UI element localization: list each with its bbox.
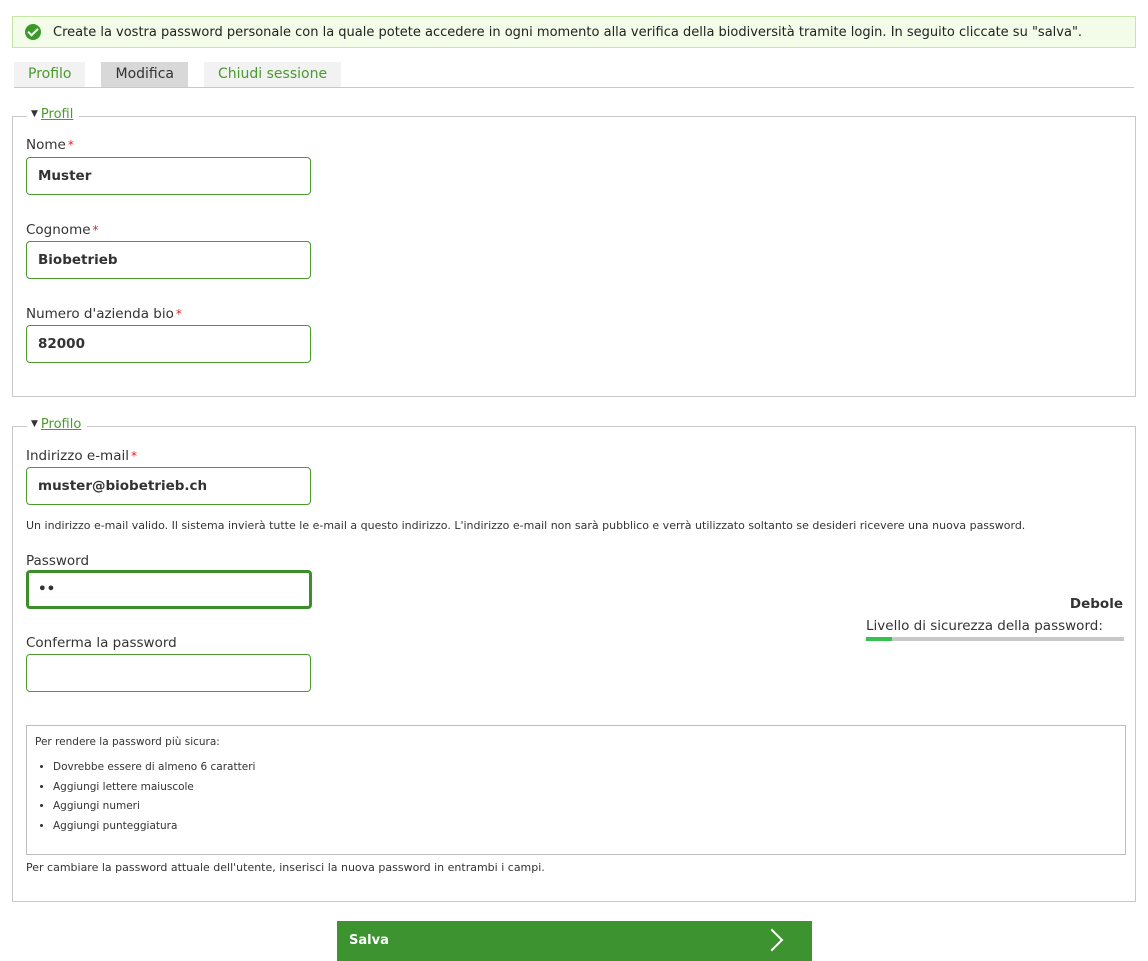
tab-modifica[interactable]: Modifica <box>101 62 188 87</box>
check-circle-icon <box>25 24 41 40</box>
password-strength-bar <box>866 637 1124 641</box>
password-tips-list: Dovrebbe essere di almeno 6 caratteri Ag… <box>35 758 255 836</box>
caret-down-icon: ▼ <box>31 109 38 119</box>
password-input[interactable]: •• <box>26 570 312 609</box>
password-tips-box: Per rendere la password più sicura: Dovr… <box>26 725 1126 855</box>
email-label-text: Indirizzo e-mail <box>26 448 129 464</box>
profilo-fieldset: ▼ Profilo Indirizzo e-mail * muster@biobet… <box>12 417 1136 902</box>
required-marker: * <box>130 449 137 463</box>
cognome-input[interactable]: Biobetrieb <box>26 241 311 279</box>
nome-label-text: Nome <box>26 137 66 153</box>
status-text: Create la vostra password personale con … <box>53 24 1083 40</box>
required-marker: * <box>175 307 182 321</box>
confirm-password-label: Conferma la password <box>26 635 177 651</box>
required-marker: * <box>67 138 74 152</box>
save-button[interactable]: Salva <box>337 921 812 961</box>
profil-legend-label: Profil <box>40 107 74 122</box>
profilo-legend-toggle[interactable]: ▼ Profilo <box>27 417 88 432</box>
cognome-label: Cognome * <box>26 222 99 238</box>
list-item: Aggiungi lettere maiuscole <box>53 778 255 798</box>
numero-azienda-input[interactable]: 82000 <box>26 325 311 363</box>
password-tips-title: Per rendere la password più sicura: <box>35 736 220 748</box>
tab-bar: Profilo Modifica Chiudi sessione <box>14 61 1134 88</box>
list-item: Aggiungi numeri <box>53 797 255 817</box>
cognome-label-text: Cognome <box>26 222 91 238</box>
chevron-right-icon <box>760 928 784 952</box>
confirm-password-input[interactable] <box>26 654 311 692</box>
profilo-legend-label: Profilo <box>40 417 82 432</box>
caret-down-icon: ▼ <box>31 419 38 429</box>
required-marker: * <box>92 223 99 237</box>
email-input[interactable]: muster@biobetrieb.ch <box>26 467 311 505</box>
password-label: Password <box>26 553 90 569</box>
tab-chiudi-sessione[interactable]: Chiudi sessione <box>204 62 342 87</box>
nome-input[interactable]: Muster <box>26 157 311 195</box>
nome-label: Nome * <box>26 137 74 153</box>
numero-label: Numero d'azienda bio * <box>26 306 182 322</box>
profil-legend-toggle[interactable]: ▼ Profil <box>27 107 80 122</box>
list-item: Aggiungi punteggiatura <box>53 817 255 837</box>
numero-label-text: Numero d'azienda bio <box>26 306 174 322</box>
status-message: Create la vostra password personale con … <box>12 16 1136 48</box>
tab-profilo[interactable]: Profilo <box>14 62 86 87</box>
profil-fieldset: ▼ Profil Nome * Muster Cognome * Biobetrieb… <box>12 107 1136 397</box>
list-item: Dovrebbe essere di almeno 6 caratteri <box>53 758 255 778</box>
password-strength-fill <box>866 637 892 641</box>
password-strength-word: Debole <box>1069 596 1123 612</box>
email-help-text: Un indirizzo e-mail valido. Il sistema i… <box>26 519 1026 532</box>
password-strength-title: Livello di sicurezza della password: <box>866 618 1103 634</box>
change-password-help: Per cambiare la password attuale dell'ut… <box>26 861 545 874</box>
save-button-label: Salva <box>349 933 389 948</box>
email-label: Indirizzo e-mail * <box>26 448 137 464</box>
